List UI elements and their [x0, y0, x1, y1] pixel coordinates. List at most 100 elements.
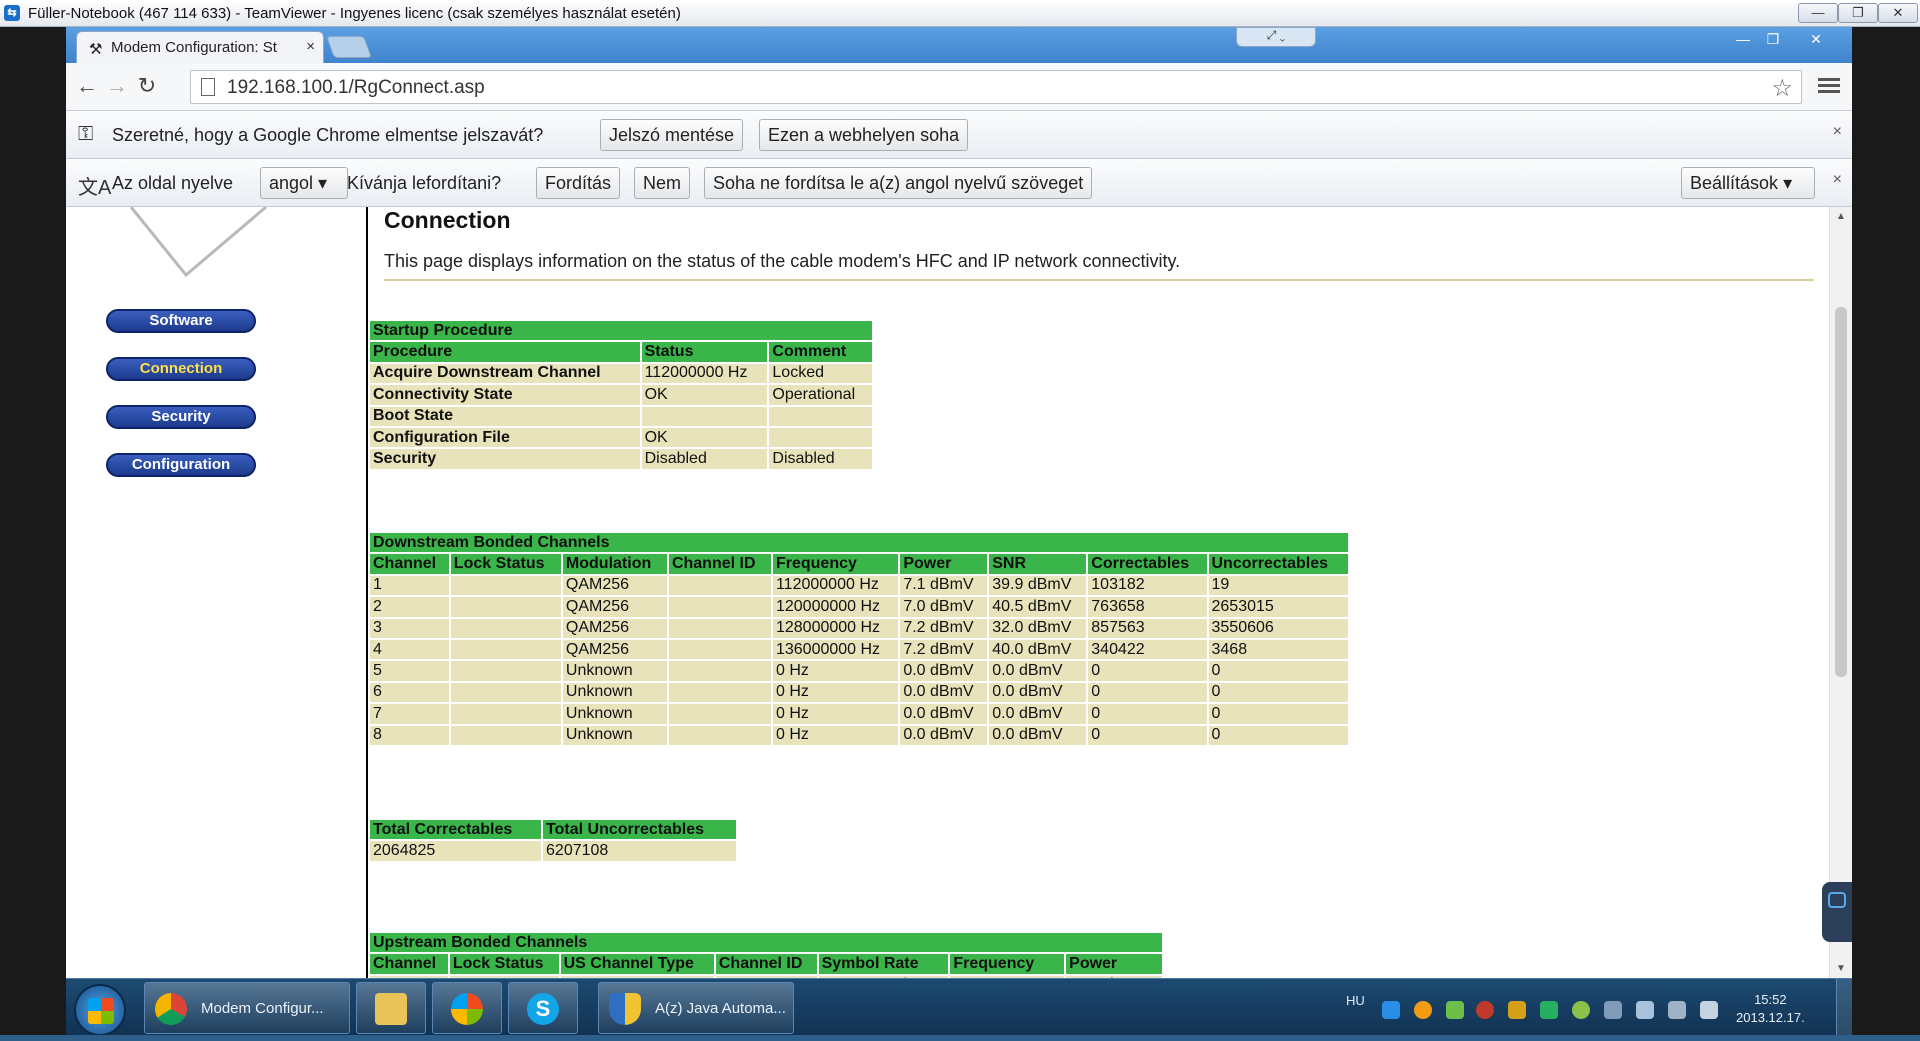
- table-cell: 32.0 dBmV: [987, 616, 1089, 640]
- settings-button[interactable]: Beállítások ▾: [1681, 167, 1816, 199]
- table-cell: 0 Hz: [770, 723, 901, 747]
- system-clock[interactable]: 15:52 2013.12.17.: [1736, 991, 1805, 1027]
- downstream-channels-table: Downstream Bonded Channels Channel Lock St…: [368, 530, 1350, 747]
- language-select[interactable]: angol ▾: [260, 167, 349, 199]
- table-cell: QAM256: [560, 616, 669, 640]
- scroll-up-arrow-icon[interactable]: ▲: [1836, 211, 1846, 222]
- vertical-scrollbar[interactable]: ▲ ▼: [1829, 207, 1852, 978]
- table-cell: 120000000 Hz: [770, 595, 901, 619]
- page-language-label: Az oldal nyelve: [112, 173, 234, 193]
- table-cell: Security: [368, 447, 642, 471]
- security-tray-icon[interactable]: [1540, 1001, 1558, 1019]
- start-button[interactable]: [74, 984, 126, 1036]
- table-cell: [666, 723, 773, 747]
- table-cell: OK: [639, 383, 770, 407]
- totals-table: Total Correctables Total Uncorrectables …: [367, 817, 738, 863]
- tab-strip: ⚒ Modem Configuration: St × ⤢ ⌄ — ❐ ✕: [66, 27, 1852, 63]
- table-cell: [666, 595, 773, 619]
- table-caption: Upstream Bonded Channels: [368, 930, 1164, 955]
- taskbar: Modem Configur... S A(z) Java Automa... …: [66, 978, 1852, 1041]
- total-correctables-value: 2064825: [367, 839, 544, 863]
- teamviewer-tray-icon[interactable]: [1382, 1001, 1400, 1019]
- column-header: Frequency: [770, 552, 901, 576]
- password-prompt-text: Szeretné, hogy a Google Chrome elmentse …: [112, 125, 544, 145]
- logo-graphic: [129, 207, 267, 278]
- network-signal-icon[interactable]: [1636, 1001, 1654, 1019]
- table-cell: 0.0 dBmV: [898, 702, 990, 726]
- teamviewer-toolbar-toggle[interactable]: ⤢ ⌄: [1236, 27, 1316, 47]
- taskbar-chrome[interactable]: Modem Configur...: [144, 982, 350, 1034]
- save-password-button[interactable]: Jelszó mentése: [600, 119, 744, 151]
- table-cell: 3468: [1206, 637, 1350, 662]
- close-icon[interactable]: ×: [1833, 123, 1842, 141]
- table-cell: 3550606: [1206, 616, 1350, 640]
- window-minimize-button[interactable]: —: [1728, 31, 1758, 49]
- new-tab-button[interactable]: [325, 36, 373, 58]
- never-save-button[interactable]: Ezen a webhelyen soha: [759, 119, 969, 151]
- app-tray-icon[interactable]: [1446, 1001, 1464, 1019]
- tv-close-button[interactable]: ✕: [1878, 3, 1918, 23]
- table-cell: Unknown: [560, 659, 669, 683]
- language-indicator[interactable]: HU: [1346, 993, 1365, 1008]
- table-cell: 7: [368, 702, 451, 726]
- table-cell: OK: [639, 425, 770, 450]
- taskbar-java[interactable]: A(z) Java Automa...: [598, 982, 794, 1034]
- settings-label: Beállítások: [1690, 173, 1779, 193]
- table-cell: 0: [1086, 659, 1209, 683]
- no-translate-button[interactable]: Nem: [634, 167, 691, 199]
- sidebar-item-software[interactable]: Software: [106, 309, 256, 333]
- scroll-down-arrow-icon[interactable]: ▼: [1836, 963, 1846, 974]
- teamviewer-panel-handle[interactable]: [1822, 882, 1852, 942]
- sidebar-item-security[interactable]: Security: [106, 405, 256, 429]
- power-tray-icon[interactable]: [1668, 1001, 1686, 1019]
- volume-muted-icon[interactable]: [1476, 1001, 1494, 1019]
- table-cell: Unknown: [560, 702, 669, 726]
- tools-tray-icon[interactable]: [1508, 1001, 1526, 1019]
- window-restore-button[interactable]: ❐: [1758, 31, 1788, 49]
- table-cell: 0.0 dBmV: [898, 659, 990, 683]
- column-header: Total Correctables: [367, 817, 544, 842]
- tab-close-icon[interactable]: ×: [306, 38, 315, 55]
- tv-minimize-button[interactable]: —: [1798, 3, 1838, 23]
- column-header: Lock Status: [448, 552, 563, 576]
- tv-restore-button[interactable]: ❐: [1838, 3, 1878, 23]
- forward-arrow-icon[interactable]: →: [104, 73, 130, 99]
- scrollbar-thumb[interactable]: [1835, 307, 1847, 677]
- sidebar-item-connection[interactable]: Connection: [106, 357, 256, 381]
- show-desktop-button[interactable]: [1836, 979, 1852, 1041]
- close-icon[interactable]: ×: [1833, 171, 1842, 189]
- update-tray-icon[interactable]: [1414, 1001, 1432, 1019]
- table-cell: 0 Hz: [770, 659, 901, 683]
- reload-icon[interactable]: ↻: [134, 73, 160, 99]
- sidebar-nav: Software Connection Security Configurati…: [66, 207, 368, 978]
- table-row: 2 QAM256 120000000 Hz 7.0 dBmV 40.5 dBmV 7636…: [368, 595, 1350, 619]
- address-bar[interactable]: 192.168.100.1/RgConnect.asp ☆: [190, 70, 1802, 104]
- tab-modem-configuration[interactable]: ⚒ Modem Configuration: St ×: [76, 31, 324, 63]
- taskbar-media[interactable]: [432, 982, 502, 1034]
- table-cell: Unknown: [560, 723, 669, 747]
- bookmark-star-icon[interactable]: ☆: [1771, 74, 1793, 103]
- table-cell: 0 Hz: [770, 702, 901, 726]
- status-tray-icon[interactable]: [1572, 1001, 1590, 1019]
- flag-icon[interactable]: [1700, 1001, 1718, 1019]
- table-row: Configuration File OK: [368, 425, 874, 450]
- column-header: Comment: [767, 340, 874, 364]
- table-cell: [666, 573, 773, 598]
- taskbar-explorer[interactable]: [356, 982, 426, 1034]
- translate-button[interactable]: Fordítás: [536, 167, 621, 199]
- table-cell: 6: [368, 680, 451, 705]
- table-cell: [666, 702, 773, 726]
- display-tray-icon[interactable]: [1604, 1001, 1622, 1019]
- table-cell: 112000000 Hz: [770, 573, 901, 598]
- back-arrow-icon[interactable]: ←: [74, 73, 100, 99]
- taskbar-skype[interactable]: S: [508, 982, 578, 1034]
- password-infobar: ⚿ Szeretné, hogy a Google Chrome elments…: [66, 111, 1852, 159]
- sidebar-item-configuration[interactable]: Configuration: [106, 453, 256, 477]
- url-text[interactable]: 192.168.100.1/RgConnect.asp: [227, 77, 485, 99]
- table-cell: 0.0 dBmV: [987, 723, 1089, 747]
- clock-time: 15:52: [1754, 992, 1787, 1007]
- never-translate-button[interactable]: Soha ne fordítsa le a(z) angol nyelvű sz…: [704, 167, 1093, 199]
- window-close-button[interactable]: ✕: [1801, 31, 1831, 49]
- chrome-menu-icon[interactable]: [1818, 75, 1840, 97]
- table-cell: 128000000 Hz: [770, 616, 901, 640]
